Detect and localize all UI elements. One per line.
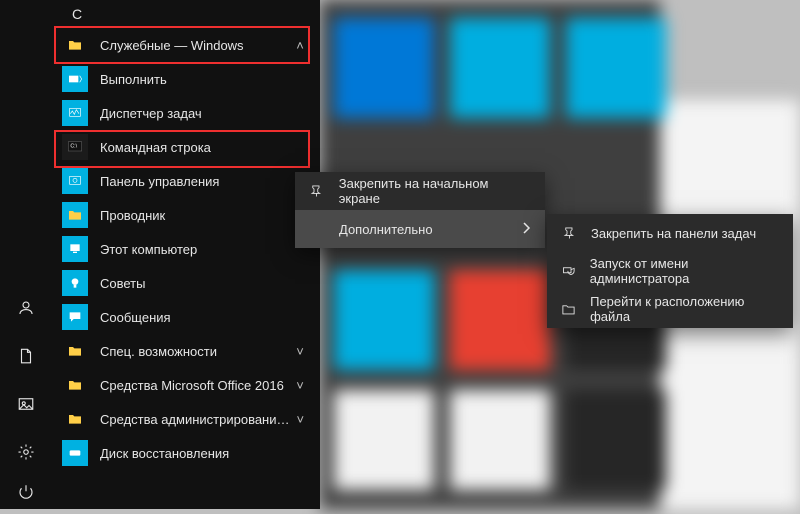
app-ease-of-access[interactable]: Спец. возможности ˅ xyxy=(58,334,310,368)
start-app-list: С Служебные — Windows ˄ Выполнить xyxy=(0,0,320,509)
app-recovery-drive[interactable]: Диск восстановления xyxy=(58,436,310,470)
settings-icon[interactable] xyxy=(4,430,48,474)
app-label: Средства администрирования… xyxy=(100,412,291,427)
app-label: Выполнить xyxy=(100,72,310,87)
highlight-box-group xyxy=(54,26,310,64)
ctx-run-as-admin[interactable]: Запуск от имени администратора xyxy=(547,252,793,290)
this-pc-icon xyxy=(62,236,88,262)
start-rail xyxy=(4,0,48,509)
chevron-down-icon: ˅ xyxy=(290,344,310,359)
app-office-tools[interactable]: Средства Microsoft Office 2016 ˅ xyxy=(58,368,310,402)
run-icon xyxy=(62,66,88,92)
ctx-pin-to-taskbar[interactable]: Закрепить на панели задач xyxy=(547,214,793,252)
chevron-right-icon xyxy=(523,222,531,237)
app-label: Панель управления xyxy=(100,174,310,189)
ctx-label: Запуск от имени администратора xyxy=(590,256,779,286)
app-admin-tools[interactable]: Средства администрирования… ˅ xyxy=(58,402,310,436)
app-messaging[interactable]: Сообщения xyxy=(58,300,310,334)
ctx-label: Закрепить на панели задач xyxy=(591,226,756,241)
app-label: Проводник xyxy=(100,208,310,223)
folder-open-icon xyxy=(559,302,578,317)
ctx-open-file-location[interactable]: Перейти к расположению файла xyxy=(547,290,793,328)
folder-icon xyxy=(62,406,88,432)
explorer-icon xyxy=(62,202,88,228)
account-icon[interactable] xyxy=(4,286,48,330)
messaging-icon xyxy=(62,304,88,330)
app-label: Диск восстановления xyxy=(100,446,310,461)
chevron-down-icon: ˅ xyxy=(291,412,310,427)
pin-icon xyxy=(307,184,327,199)
power-icon[interactable] xyxy=(4,470,48,514)
app-tips[interactable]: Советы xyxy=(58,266,310,300)
ctx-pin-to-start[interactable]: Закрепить на начальном экране xyxy=(295,172,545,210)
context-submenu: Закрепить на панели задач Запуск от имен… xyxy=(547,214,793,328)
app-file-explorer[interactable]: Проводник xyxy=(58,198,310,232)
app-label: Средства Microsoft Office 2016 xyxy=(100,378,290,393)
app-label: Спец. возможности xyxy=(100,344,290,359)
ctx-more[interactable]: Дополнительно xyxy=(295,210,545,248)
app-run[interactable]: Выполнить xyxy=(58,62,310,96)
ctx-label: Дополнительно xyxy=(339,222,433,237)
app-label: Советы xyxy=(100,276,310,291)
ctx-label: Закрепить на начальном экране xyxy=(339,176,531,206)
context-menu: Закрепить на начальном экране Дополнител… xyxy=(295,172,545,248)
folder-icon xyxy=(62,338,88,364)
highlight-box-cmd xyxy=(54,130,310,168)
folder-icon xyxy=(62,372,88,398)
pin-icon xyxy=(559,226,579,241)
app-control-panel[interactable]: Панель управления xyxy=(58,164,310,198)
app-task-manager[interactable]: Диспетчер задач xyxy=(58,96,310,130)
tips-icon xyxy=(62,270,88,296)
section-letter[interactable]: С xyxy=(72,6,82,22)
recovery-drive-icon xyxy=(62,440,88,466)
admin-shield-icon xyxy=(559,264,578,279)
ctx-label: Перейти к расположению файла xyxy=(590,294,779,324)
control-panel-icon xyxy=(62,168,88,194)
app-label: Этот компьютер xyxy=(100,242,310,257)
chevron-down-icon: ˅ xyxy=(290,378,310,393)
app-label: Сообщения xyxy=(100,310,310,325)
taskmgr-icon xyxy=(62,100,88,126)
app-this-pc[interactable]: Этот компьютер xyxy=(58,232,310,266)
documents-icon[interactable] xyxy=(4,334,48,378)
app-list: Служебные — Windows ˄ Выполнить Диспетче… xyxy=(58,28,310,470)
app-label: Диспетчер задач xyxy=(100,106,310,121)
pictures-icon[interactable] xyxy=(4,382,48,426)
